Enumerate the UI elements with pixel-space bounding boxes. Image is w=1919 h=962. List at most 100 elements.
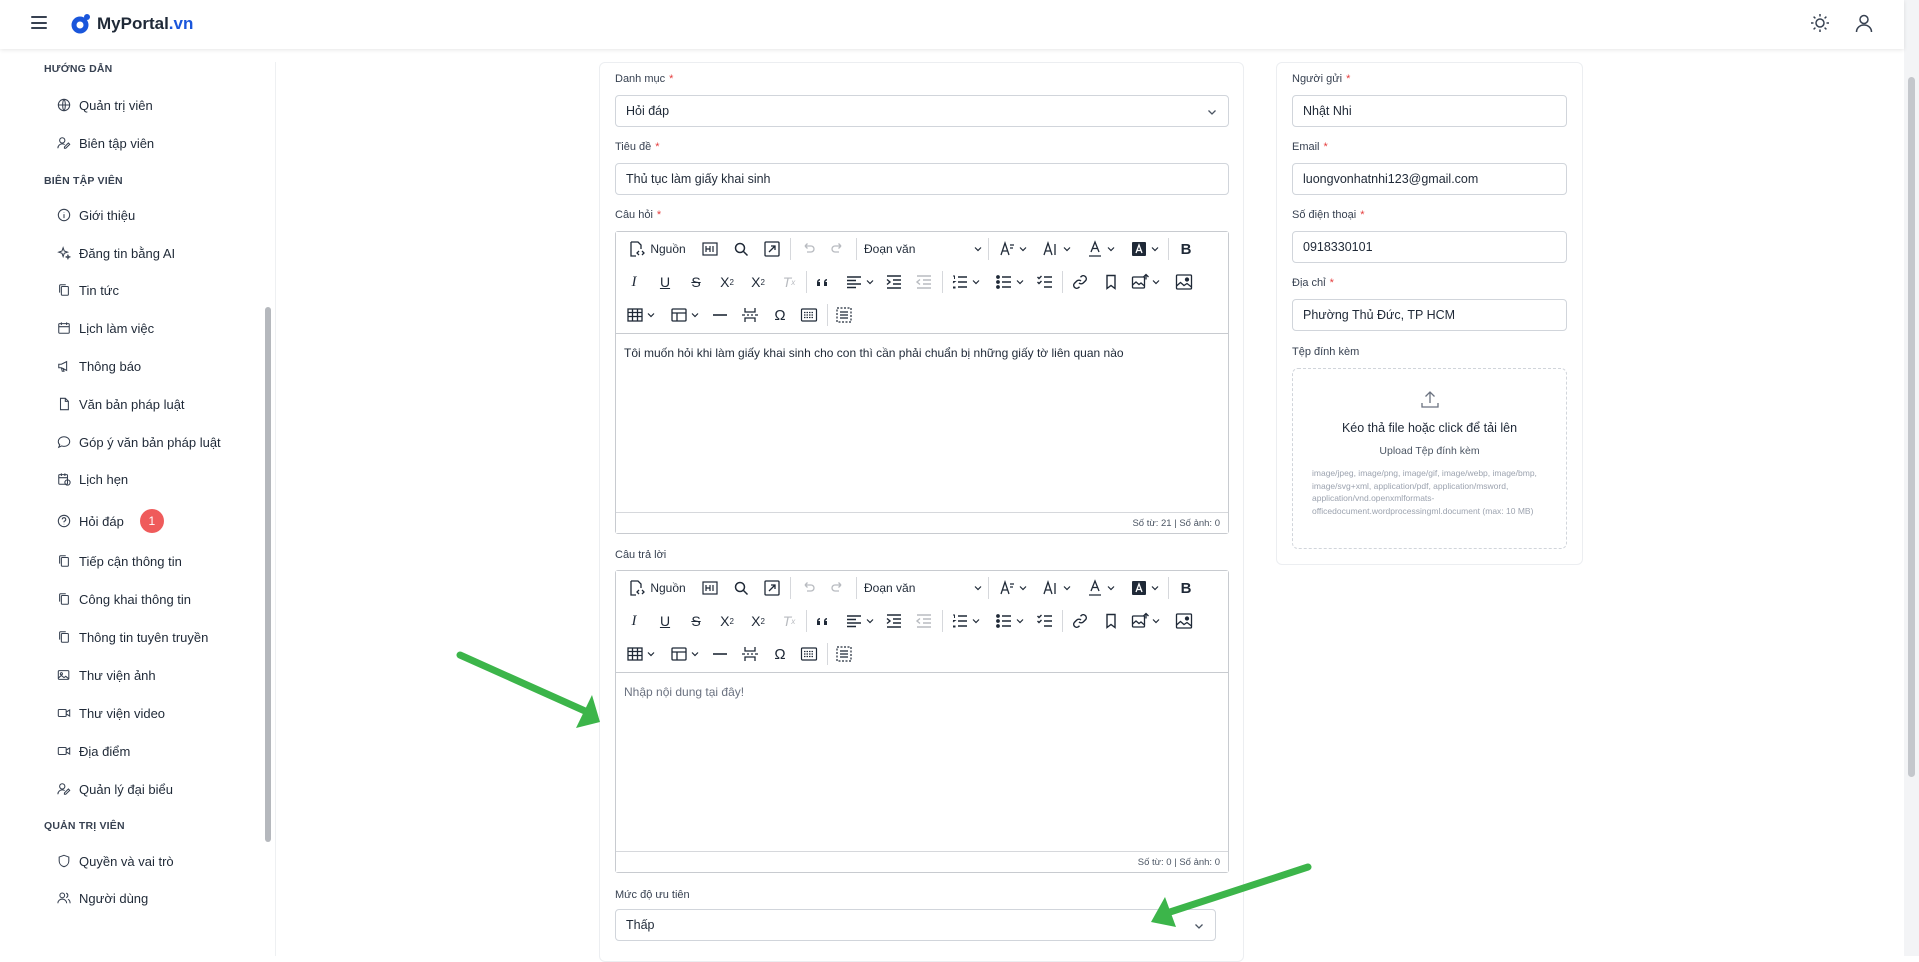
align-dropdown[interactable] <box>841 609 877 633</box>
bulleted-list-dropdown[interactable] <box>991 609 1027 633</box>
font-family-dropdown[interactable] <box>1038 576 1074 600</box>
superscript-button[interactable]: X2 <box>746 270 770 294</box>
find-replace-button[interactable] <box>729 576 753 600</box>
sidebar-item-nguoi-dung[interactable]: Người dùng <box>57 885 148 911</box>
sender-name-input[interactable]: Nhật Nhi <box>1292 95 1567 127</box>
insert-media-button[interactable] <box>1172 609 1196 633</box>
sidebar-item-van-ban-phap-luat[interactable]: Văn bản pháp luật <box>57 391 185 417</box>
insert-layout-dropdown[interactable] <box>666 642 702 666</box>
superscript-button[interactable]: X2 <box>746 609 770 633</box>
page-break-button[interactable] <box>738 642 762 666</box>
sidebar-item-thong-bao[interactable]: Thông báo <box>57 353 141 379</box>
todo-list-button[interactable] <box>1033 270 1057 294</box>
underline-button[interactable]: U <box>653 270 677 294</box>
todo-list-button[interactable] <box>1033 609 1057 633</box>
question-content-area[interactable]: Tôi muốn hỏi khi làm giấy khai sinh cho … <box>616 334 1228 512</box>
phone-input[interactable]: 0918330101 <box>1292 231 1567 263</box>
email-input[interactable]: luongvonhatnhi123@gmail.com <box>1292 163 1567 195</box>
sidebar-item-thong-tin-tuyen-truyen[interactable]: Thông tin tuyên truyền <box>57 624 208 650</box>
category-select[interactable]: Hỏi đáp <box>615 95 1229 127</box>
html-embed-button[interactable] <box>797 642 821 666</box>
theme-sun-icon[interactable] <box>1809 12 1831 34</box>
page-break-button[interactable] <box>738 303 762 327</box>
remove-format-button[interactable]: Tx <box>777 270 801 294</box>
insert-layout-dropdown[interactable] <box>666 303 702 327</box>
bookmark-button[interactable] <box>1099 270 1123 294</box>
outdent-button[interactable] <box>912 609 936 633</box>
strikethrough-button[interactable]: S <box>684 270 708 294</box>
sidebar-item-thu-vien-anh[interactable]: Thư viện ảnh <box>57 662 156 688</box>
address-input[interactable]: Phường Thủ Đức, TP HCM <box>1292 299 1567 331</box>
horizontal-line-button[interactable] <box>708 303 732 327</box>
priority-select[interactable]: Thấp <box>615 909 1216 941</box>
align-dropdown[interactable] <box>841 270 877 294</box>
title-input[interactable]: Thủ tục làm giấy khai sinh <box>615 163 1229 195</box>
sidebar-item-dia-diem[interactable]: Địa điểm <box>57 738 130 764</box>
show-blocks-button[interactable] <box>832 303 856 327</box>
strikethrough-button[interactable]: S <box>684 609 708 633</box>
link-button[interactable] <box>1068 609 1092 633</box>
horizontal-line-button[interactable] <box>708 642 732 666</box>
bold-button[interactable]: B <box>1174 576 1198 600</box>
heading-button[interactable] <box>698 576 722 600</box>
insert-table-dropdown[interactable] <box>622 303 658 327</box>
subscript-button[interactable]: X2 <box>715 270 739 294</box>
page-scrollbar[interactable] <box>1904 0 1919 956</box>
bookmark-button[interactable] <box>1099 609 1123 633</box>
sidebar-item-gop-y-van-ban[interactable]: Góp ý văn bản pháp luật <box>57 429 221 455</box>
indent-button[interactable] <box>882 270 906 294</box>
source-button[interactable]: Nguồn <box>626 237 688 261</box>
show-blocks-button[interactable] <box>832 642 856 666</box>
insert-table-dropdown[interactable] <box>622 642 658 666</box>
page-scrollbar-thumb[interactable] <box>1908 77 1915 777</box>
background-color-dropdown[interactable] <box>1126 237 1162 261</box>
insert-image-dropdown[interactable] <box>1127 609 1163 633</box>
sidebar-item-dang-tin-ai[interactable]: Đăng tin bằng AI <box>57 240 175 266</box>
font-color-dropdown[interactable] <box>1082 237 1118 261</box>
fullscreen-button[interactable] <box>760 237 784 261</box>
sidebar-item-quyen-va-vai-tro[interactable]: Quyền và vai trò <box>57 848 174 874</box>
sidebar-item-quan-ly-dai-bieu[interactable]: Quản lý đại biểu <box>57 776 173 802</box>
find-replace-button[interactable] <box>729 237 753 261</box>
html-embed-button[interactable] <box>797 303 821 327</box>
insert-media-button[interactable] <box>1172 270 1196 294</box>
menu-icon[interactable] <box>31 16 47 29</box>
sidebar-item-quan-tri-vien-guide[interactable]: Quản trị viên <box>57 92 153 118</box>
underline-button[interactable]: U <box>653 609 677 633</box>
sidebar-scrollbar-thumb[interactable] <box>265 307 271 842</box>
italic-button[interactable]: I <box>622 609 646 633</box>
sidebar-item-tin-tuc[interactable]: Tin tức <box>57 277 119 303</box>
sidebar-scrollbar[interactable] <box>264 63 272 919</box>
sidebar-item-cong-khai-thong-tin[interactable]: Công khai thông tin <box>57 586 191 612</box>
sidebar-item-tiep-can-thong-tin[interactable]: Tiếp cận thông tin <box>57 548 182 574</box>
bold-button[interactable]: B <box>1174 237 1198 261</box>
undo-button[interactable] <box>796 576 820 600</box>
font-color-dropdown[interactable] <box>1082 576 1118 600</box>
subscript-button[interactable]: X2 <box>715 609 739 633</box>
user-icon[interactable] <box>1853 12 1875 34</box>
bulleted-list-dropdown[interactable] <box>991 270 1027 294</box>
source-button[interactable]: Nguồn <box>626 576 688 600</box>
blockquote-button[interactable] <box>811 270 835 294</box>
attachment-dropzone[interactable]: Kéo thả file hoặc click để tải lên Uploa… <box>1292 368 1567 549</box>
brand-logo[interactable]: MyPortal.vn <box>97 14 193 34</box>
numbered-list-dropdown[interactable] <box>947 270 983 294</box>
indent-button[interactable] <box>882 609 906 633</box>
font-size-dropdown[interactable] <box>994 237 1030 261</box>
background-color-dropdown[interactable] <box>1126 576 1162 600</box>
fullscreen-button[interactable] <box>760 576 784 600</box>
sidebar-item-bien-tap-vien-guide[interactable]: Biên tập viên <box>57 130 154 156</box>
sidebar-item-gioi-thieu[interactable]: Giới thiệu <box>57 202 135 228</box>
link-button[interactable] <box>1068 270 1092 294</box>
undo-button[interactable] <box>796 237 820 261</box>
sidebar-item-lich-hen[interactable]: Lịch hẹn <box>57 466 128 492</box>
answer-content-area[interactable]: Nhập nội dung tại đây! <box>616 673 1228 851</box>
blockquote-button[interactable] <box>811 609 835 633</box>
remove-format-button[interactable]: Tx <box>777 609 801 633</box>
redo-button[interactable] <box>826 237 850 261</box>
paragraph-format-dropdown[interactable]: Đoạn văn <box>864 237 982 261</box>
italic-button[interactable]: I <box>622 270 646 294</box>
redo-button[interactable] <box>826 576 850 600</box>
insert-image-dropdown[interactable] <box>1127 270 1163 294</box>
sidebar-item-lich-lam-viec[interactable]: Lịch làm việc <box>57 315 154 341</box>
